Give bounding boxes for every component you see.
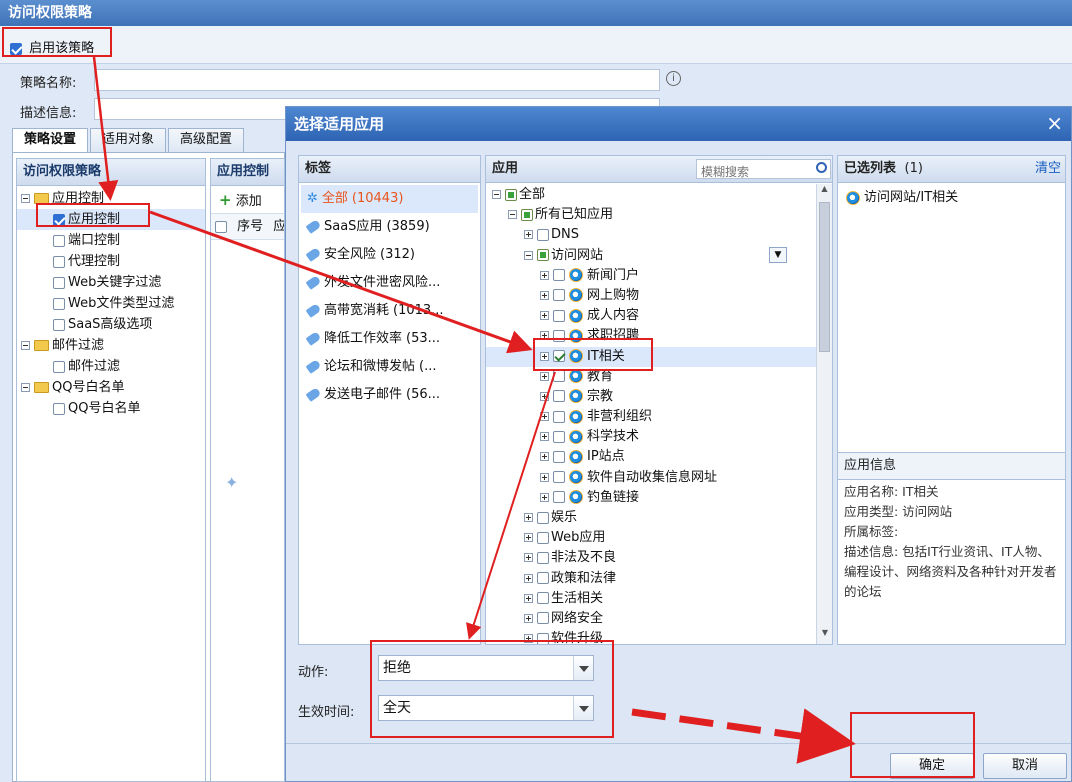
arrow-enable-to-app-control — [92, 56, 119, 201]
annotation-arrows — [92, 56, 856, 764]
arrow-it-to-action — [466, 371, 556, 640]
arrow-action-to-ok — [631, 708, 856, 764]
arrow-app-control-to-it — [149, 210, 533, 354]
